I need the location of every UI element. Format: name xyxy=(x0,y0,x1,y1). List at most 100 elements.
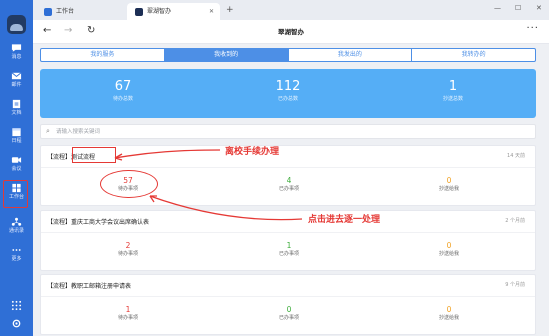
card-title: 【流程】重庆工商大学会议出席确认表 xyxy=(47,219,150,226)
contacts-icon xyxy=(11,217,22,226)
rail-item-meetings[interactable]: 会议 xyxy=(0,153,33,181)
nav-bar: 翠湖智办 ← → ↻ ··· xyxy=(33,20,549,44)
rail-item-calendar[interactable]: 日程 xyxy=(0,125,33,153)
page-title: 翠湖智办 xyxy=(278,28,304,36)
metric-value: 0 xyxy=(446,176,452,185)
stats-panel: 67 待办总数 112 已办总数 1 抄送总数 xyxy=(40,69,536,118)
rail-item-label: 日程 xyxy=(11,138,22,144)
metric-label: 已办事项 xyxy=(278,315,299,321)
metric-value: 1 xyxy=(286,241,292,250)
pending-highlight-ring xyxy=(100,170,158,198)
card-date: 2 个月前 xyxy=(505,218,525,224)
rail-item-docs[interactable]: 文档 xyxy=(0,97,33,125)
divider xyxy=(41,167,535,168)
metric-label: 抄送给我 xyxy=(438,251,459,257)
close-tab-icon[interactable]: ✕ xyxy=(209,3,214,20)
doc-icon xyxy=(12,99,21,109)
metric-pending[interactable]: 1 待办事项 xyxy=(68,305,188,322)
apps-grid-icon[interactable] xyxy=(11,300,22,311)
card-date: 9 个月前 xyxy=(505,282,525,288)
metric-value: 4 xyxy=(286,176,292,185)
stat-value: 1 xyxy=(448,79,458,94)
rail-item-contacts[interactable]: 通讯录 xyxy=(0,215,33,243)
metric-done[interactable]: 1 已办事项 xyxy=(229,241,349,258)
tab-cuihu[interactable]: 翠湖智办 ✕ xyxy=(127,3,220,20)
metric-value: 0 xyxy=(446,305,452,314)
metric-label: 已办事项 xyxy=(278,251,299,257)
tab-label: 翠湖智办 xyxy=(147,8,172,15)
settings-icon[interactable] xyxy=(11,318,22,329)
metric-value: 0 xyxy=(446,241,452,250)
app-window: 消息 邮件 文档 日程 会议 工作台 通讯录 更多 工作台 翠湖智办 ✕ + —… xyxy=(0,0,549,336)
avatar[interactable] xyxy=(7,15,26,34)
annotation-process: 点击进去逐一处理 xyxy=(308,215,381,225)
metric-label: 抄送给我 xyxy=(438,315,459,321)
forward-arrow-icon[interactable]: → xyxy=(64,24,72,38)
rail-item-label: 邮件 xyxy=(11,82,22,88)
stat-label: 已办总数 xyxy=(277,96,298,102)
more-options-icon[interactable]: ··· xyxy=(526,23,539,34)
rail-item-label: 会议 xyxy=(11,166,22,172)
search-input[interactable]: ⌕ 请输入搜索关键词 xyxy=(40,124,536,139)
annotation-leave: 离校手续办理 xyxy=(225,147,280,157)
seg-my-services[interactable]: 我的服务 xyxy=(41,49,165,61)
rail-item-more[interactable]: 更多 xyxy=(0,243,33,271)
calendar-icon xyxy=(12,128,21,137)
metric-value: 1 xyxy=(125,305,131,314)
stat-label: 待办总数 xyxy=(112,96,133,102)
rail-item-label: 文档 xyxy=(11,110,22,116)
close-window-icon[interactable]: ✕ xyxy=(536,4,542,12)
metric-label: 待办事项 xyxy=(117,315,138,321)
metric-cc[interactable]: 0 抄送给我 xyxy=(389,305,509,322)
metric-label: 待办事项 xyxy=(117,251,138,257)
minimize-icon[interactable]: — xyxy=(494,4,501,12)
divider xyxy=(41,232,535,233)
metric-done[interactable]: 4 已办事项 xyxy=(229,176,349,193)
maximize-icon[interactable]: ☐ xyxy=(515,4,521,12)
rail-item-label: 通讯录 xyxy=(8,228,24,234)
metric-cc[interactable]: 0 抄送给我 xyxy=(389,241,509,258)
rail-item-mail[interactable]: 邮件 xyxy=(0,69,33,97)
chat-icon xyxy=(11,44,22,52)
metric-pending[interactable]: 2 待办事项 xyxy=(68,241,188,258)
search-placeholder: 请输入搜索关键词 xyxy=(56,129,101,135)
stat-done[interactable]: 112 已办总数 xyxy=(208,79,368,104)
more-icon xyxy=(12,249,21,251)
seg-sent[interactable]: 我发出的 xyxy=(289,49,413,61)
mail-icon xyxy=(11,72,22,80)
workbench-highlight-box xyxy=(3,180,28,208)
workbench-app-icon xyxy=(44,8,52,16)
search-icon: ⌕ xyxy=(46,127,50,135)
back-arrow-icon[interactable]: ← xyxy=(43,24,51,38)
seg-received[interactable]: 我收到的 xyxy=(164,49,289,61)
title-highlight-box xyxy=(72,147,116,163)
segmented-tabs: 我的服务 我收到的 我发出的 我转办的 xyxy=(40,48,536,62)
meeting-icon xyxy=(11,157,22,163)
divider xyxy=(41,296,535,297)
card-date: 14 天前 xyxy=(507,153,525,159)
rail-item-label: 更多 xyxy=(11,256,22,262)
left-rail: 消息 邮件 文档 日程 会议 工作台 通讯录 更多 xyxy=(0,0,33,336)
title-bar: 工作台 翠湖智办 ✕ + — ☐ ✕ xyxy=(33,0,549,20)
stat-value: 67 xyxy=(114,79,132,94)
rail-item-label: 消息 xyxy=(11,54,22,60)
tab-workbench[interactable]: 工作台 xyxy=(37,3,121,20)
metric-label: 抄送给我 xyxy=(438,186,459,192)
refresh-icon[interactable]: ↻ xyxy=(87,24,95,38)
card-title: 【流程】教职工邮箱注册申请表 xyxy=(47,283,132,290)
cuihu-app-icon xyxy=(135,8,143,16)
new-tab-icon[interactable]: + xyxy=(226,3,234,17)
metric-cc[interactable]: 0 抄送给我 xyxy=(389,176,509,193)
stat-pending[interactable]: 67 待办总数 xyxy=(43,79,203,104)
metric-value: 2 xyxy=(125,241,131,250)
metric-value: 0 xyxy=(286,305,292,314)
stat-cc[interactable]: 1 抄送总数 xyxy=(373,79,533,104)
metric-done[interactable]: 0 已办事项 xyxy=(229,305,349,322)
metric-label: 已办事项 xyxy=(278,186,299,192)
list-item[interactable]: 【流程】教职工邮箱注册申请表 9 个月前 1 待办事项 0 已办事项 0 抄送给… xyxy=(40,274,536,335)
rail-item-messages[interactable]: 消息 xyxy=(0,41,33,69)
list-item[interactable]: 【流程】重庆工商大学会议出席确认表 2 个月前 2 待办事项 1 已办事项 0 … xyxy=(40,210,536,271)
stat-label: 抄送总数 xyxy=(442,96,463,102)
tab-label: 工作台 xyxy=(56,8,75,15)
seg-forwarded[interactable]: 我转办的 xyxy=(412,49,535,61)
